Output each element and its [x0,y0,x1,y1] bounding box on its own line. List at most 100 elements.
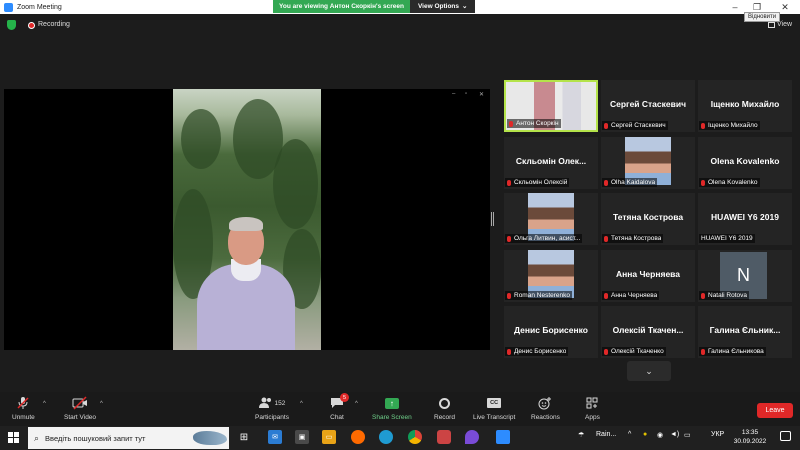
store-icon[interactable]: ▣ [295,430,309,444]
zoom-app-icon [4,2,13,12]
participant-tile[interactable]: Анна Черняева Анна Черняева [601,250,695,302]
participant-name: Іщенко Михайло [708,122,758,129]
cc-icon: CC [487,398,502,408]
taskbar-clock[interactable]: 13:35 30.09.2022 [730,428,770,446]
language-indicator[interactable]: УКР [711,431,724,438]
speaker-icon[interactable]: ◄) [670,431,679,438]
resize-splitter[interactable] [491,212,494,226]
person-hair [229,217,263,231]
drop-app-icon[interactable] [465,430,479,444]
participant-tile[interactable]: Olha Kaidalova [601,137,695,189]
participant-name-bar: Іщенко Михайло [699,121,760,130]
chat-unread-badge: 5 [340,393,349,402]
network-icon[interactable]: ◉ [657,431,663,439]
participant-name-bar: Олексій Ткаченко [602,347,666,356]
start-video-label: Start Video [64,414,97,421]
participants-icon: 152 [258,396,285,410]
participant-name: Антон Скоркін [516,120,559,127]
shield-icon[interactable] [7,20,16,30]
chrome-icon[interactable] [408,430,422,444]
leave-button[interactable]: Leave [757,403,793,418]
participants-label: Participants [255,414,289,421]
tray-app-icon[interactable]: ● [643,431,647,438]
edge-icon[interactable] [379,430,393,444]
participant-name: Олексій Ткаченко [611,348,664,355]
recording-dot-icon [28,22,35,29]
participant-name-bar: Денис Борисенко [505,347,569,356]
record-button[interactable]: Record [434,396,455,421]
file-explorer-icon[interactable]: ▭ [322,430,336,444]
participant-display-name: Анна Черняева [615,269,681,279]
share-maximize-icon[interactable]: ▫ [465,91,467,97]
participant-name: Анна Черняева [611,292,658,299]
taskbar-search-box[interactable]: ⌕ Введіть пошуковий запит тут [28,427,229,449]
participant-name-bar: Анна Черняева [602,291,660,300]
view-button[interactable]: View [768,21,792,28]
battery-icon[interactable]: ▭ [684,431,691,439]
participant-tile[interactable]: Тетяна Кострова Тетяна Кострова [601,193,695,245]
apps-label: Apps [585,414,600,421]
participant-tile[interactable]: Ольга Литвин, асист... [504,193,598,245]
photos-icon[interactable] [437,430,451,444]
muted-mic-icon [16,396,30,410]
participant-tile[interactable]: Іщенко Михайло Іщенко Михайло [698,80,792,132]
share-close-icon[interactable]: ✕ [479,91,484,98]
mail-icon[interactable]: ✉ [268,430,282,444]
participant-tile[interactable]: Антон Скоркін [504,80,598,132]
task-view-icon[interactable]: ⊞ [237,430,251,444]
zoom-taskbar-icon[interactable] [496,430,510,444]
video-options-caret[interactable]: ^ [100,401,103,407]
participant-tile[interactable]: HUAWEI Y6 2019 HUAWEI Y6 2019 [698,193,792,245]
live-transcript-button[interactable]: CC Live Transcript [473,396,515,421]
participants-options-caret[interactable]: ^ [300,401,303,407]
audio-options-caret[interactable]: ^ [43,401,46,407]
chat-options-caret[interactable]: ^ [355,401,358,407]
share-screen-button[interactable]: ↑ Share Screen [372,396,412,421]
unmute-button[interactable]: Unmute [12,396,35,421]
live-transcript-label: Live Transcript [473,414,516,421]
participant-tile[interactable]: Сергей Стаскевич Сергей Стаскевич [601,80,695,132]
muted-mic-icon [604,122,608,129]
muted-mic-icon [507,292,511,299]
weather-icon[interactable]: ☂ [578,431,584,439]
muted-mic-icon [701,179,705,186]
smiley-plus-icon [538,396,552,410]
participant-name-bar: Галина Єльникова [699,347,766,356]
chat-button[interactable]: 5 Chat [330,393,349,421]
participant-tile[interactable]: N Natali Rotova [698,250,792,302]
tray-chevron-icon[interactable]: ^ [628,431,631,438]
firefox-icon[interactable] [351,430,365,444]
participant-name: Сергей Стаскевич [611,122,666,129]
windows-start-icon[interactable] [8,432,19,443]
participant-tile[interactable]: Скльомін Олек... Скльомін Олексій [504,137,598,189]
shared-screen[interactable]: – ▫ ✕ [4,89,490,350]
participant-name: Roman Nesterenko [514,292,570,299]
recording-label[interactable]: Recording [38,21,70,28]
share-minimize-icon[interactable]: – [452,91,455,97]
muted-mic-icon [507,235,511,242]
view-options-button[interactable]: View Options ⌄ [409,0,476,13]
apps-button[interactable]: Apps [585,396,600,421]
participant-tile[interactable]: Галина Єльник... Галина Єльникова [698,306,792,358]
muted-mic-icon [604,235,608,242]
participant-tile[interactable]: Roman Nesterenko [504,250,598,302]
weather-text[interactable]: Rain... [596,431,616,438]
gallery-scroll-down-button[interactable]: ⌄ [627,361,671,381]
window-title: Zoom Meeting [17,3,62,11]
reactions-button[interactable]: Reactions [531,396,560,421]
participant-tile[interactable]: Olena Kovalenko Olena Kovalenko [698,137,792,189]
participants-button[interactable]: 152 Participants [255,396,289,421]
participant-tile[interactable]: Олексій Ткачен... Олексій Ткаченко [601,306,695,358]
chevron-down-icon: ⌄ [462,3,468,10]
muted-mic-icon [604,292,608,299]
start-video-button[interactable]: Start Video [64,396,96,421]
notifications-icon[interactable] [780,431,791,441]
foliage [273,139,318,229]
participant-name: HUAWEI Y6 2019 [701,235,753,242]
clock-time: 13:35 [741,429,759,436]
participant-tile[interactable]: Денис Борисенко Денис Борисенко [504,306,598,358]
participant-name-bar: Olena Kovalenko [699,178,760,187]
muted-mic-icon [604,179,608,186]
participant-name-bar: Natali Rotova [699,291,750,300]
participant-display-name: Олексій Ткачен... [612,325,684,335]
